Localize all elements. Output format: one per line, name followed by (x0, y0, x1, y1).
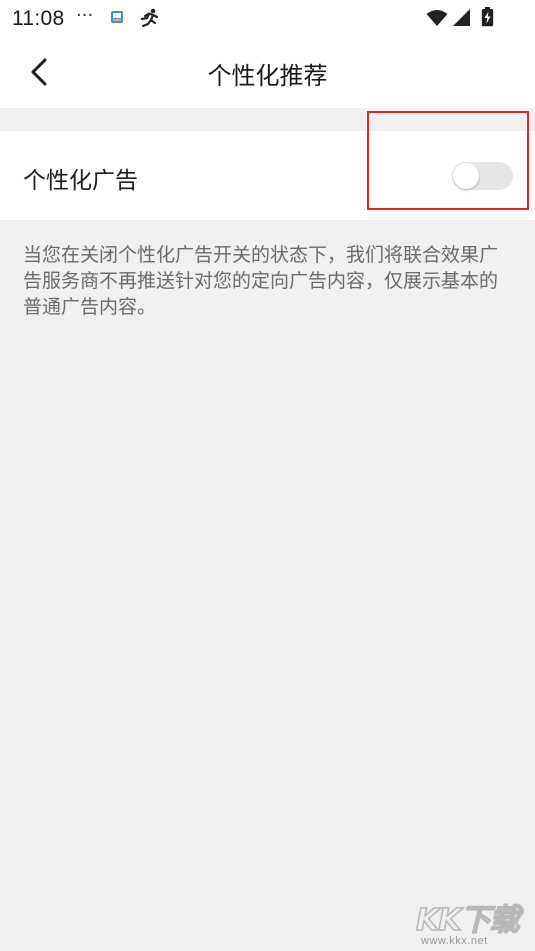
toggle-knob (453, 163, 479, 189)
signal-icon (453, 9, 470, 26)
page-title: 个性化推荐 (207, 62, 328, 90)
navigation-bar: 个性化推荐 (0, 38, 535, 108)
running-icon (140, 8, 159, 28)
wifi-icon (426, 10, 448, 26)
status-more-dots: ··· (76, 5, 94, 26)
status-time: 11:08 (12, 7, 65, 30)
watermark-logo: KK下载 (415, 902, 520, 939)
personalized-ads-toggle[interactable] (452, 162, 513, 190)
status-bar: 11:08 ··· (0, 0, 535, 38)
watermark-url: www.kkx.net (421, 935, 488, 947)
app-notification-icon (111, 11, 123, 23)
personalized-ads-label: 个性化广告 (23, 168, 138, 194)
watermark: KK下载 www.kkx.net (415, 895, 531, 947)
setting-description: 当您在关闭个性化广告开关的状态下，我们将联合效果广告服务商不再推送针对您的定向广… (23, 244, 499, 318)
battery-charging-icon (481, 7, 494, 27)
personalized-ads-row: 个性化广告 (0, 131, 535, 220)
